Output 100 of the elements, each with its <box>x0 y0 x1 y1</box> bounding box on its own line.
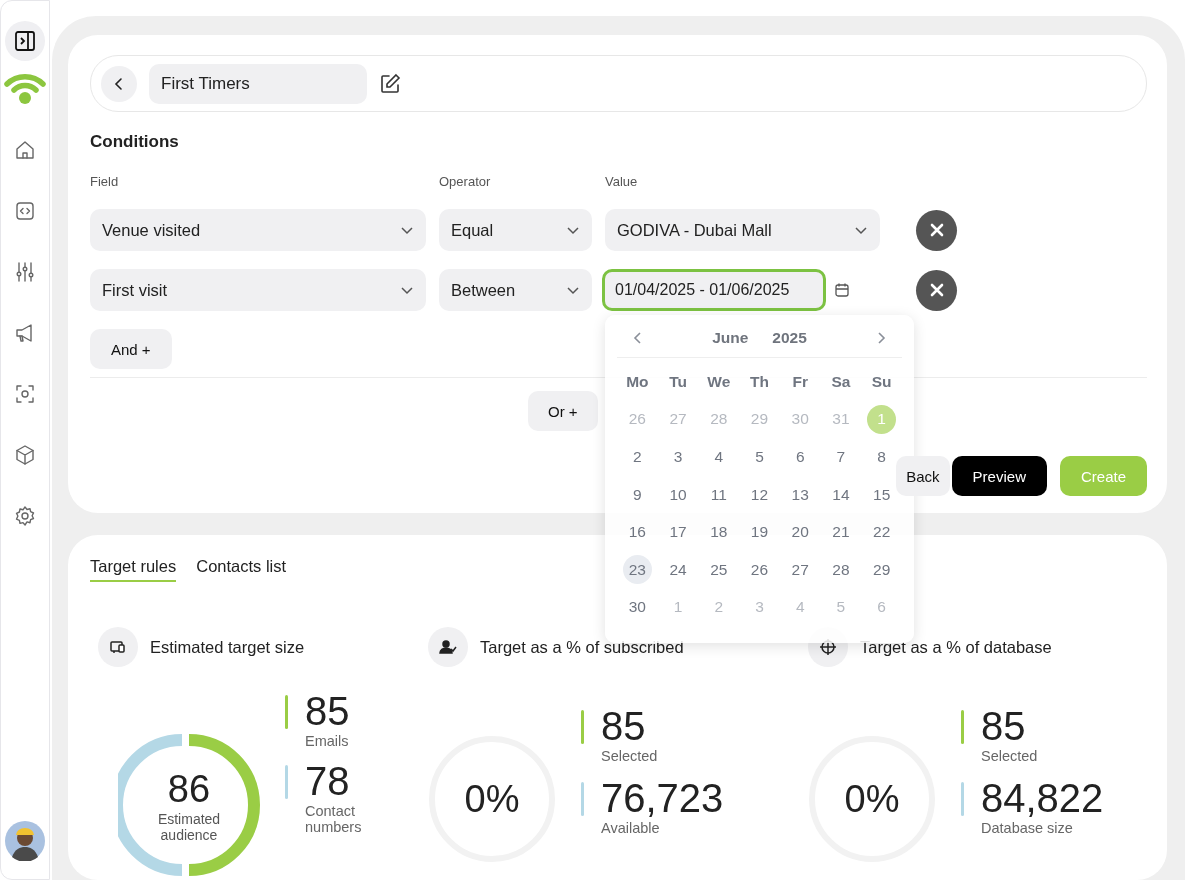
calendar-day[interactable]: 9 <box>622 480 652 510</box>
calendar-day[interactable]: 14 <box>826 480 856 510</box>
sliders-nav-button[interactable] <box>14 261 36 283</box>
segment-name-field[interactable]: First Timers <box>149 63 367 104</box>
wifi-logo-icon <box>4 71 46 105</box>
calendar-day[interactable]: 30 <box>622 592 652 622</box>
calendar-icon[interactable] <box>834 282 850 298</box>
avatar[interactable] <box>5 821 45 861</box>
calendar-day[interactable]: 22 <box>867 517 897 547</box>
calendar-day[interactable]: 3 <box>663 442 693 472</box>
settings-icon <box>14 505 36 527</box>
center-label: Estimated audience <box>156 810 222 843</box>
operator-select[interactable]: Between <box>439 269 592 311</box>
calendar-day[interactable]: 10 <box>663 480 693 510</box>
user-check-icon <box>428 627 468 667</box>
calendar-day[interactable]: 25 <box>704 555 734 585</box>
tab[interactable]: Target rules <box>90 557 177 582</box>
metric-label: Available <box>601 820 661 836</box>
calendar-day[interactable]: 24 <box>663 555 693 585</box>
section-title: Conditions <box>90 132 180 152</box>
calendar-day[interactable]: 19 <box>745 517 774 547</box>
center-value: 86 <box>167 767 211 811</box>
calendar-day[interactable]: 26 <box>745 555 774 585</box>
calendar-day[interactable]: 15 <box>867 480 897 510</box>
code-nav-button[interactable] <box>14 200 36 222</box>
sidebar-toggle-button[interactable] <box>5 21 45 61</box>
weekday-label: Fr <box>791 371 809 392</box>
calendar-day[interactable]: 4 <box>704 442 734 472</box>
metric-value: 78 <box>305 759 351 803</box>
date-range-field[interactable]: 01/04/2025 - 01/06/2025 <box>602 269 826 311</box>
stat-title: Target as a % of database <box>860 637 1052 657</box>
calendar-day[interactable]: 20 <box>785 517 815 547</box>
metric-value: 85 <box>981 704 1027 748</box>
weekday-label: Th <box>749 371 770 392</box>
calendar-day[interactable]: 21 <box>826 517 856 547</box>
scan-nav-button[interactable] <box>14 383 36 405</box>
weekday-label: Tu <box>668 371 688 392</box>
calendar-day[interactable]: 23 <box>622 555 652 585</box>
metric-value: 85 <box>601 704 647 748</box>
back-button[interactable]: Back <box>896 456 950 496</box>
tab[interactable]: Contacts list <box>196 557 287 582</box>
and-button[interactable]: And + <box>90 329 172 369</box>
calendar-day[interactable]: 5 <box>745 442 774 472</box>
calendar-day[interactable]: 29 <box>867 555 897 585</box>
calendar-day[interactable]: 13 <box>785 480 815 510</box>
metric-value: 85 <box>305 689 351 733</box>
calendar-day[interactable]: 11 <box>704 480 734 510</box>
column-label: Field <box>90 174 120 189</box>
preview-button[interactable]: Preview <box>951 456 1047 496</box>
calendar-day[interactable]: 12 <box>745 480 774 510</box>
edit-icon[interactable] <box>379 72 401 95</box>
cube-icon <box>14 444 36 466</box>
sliders-icon <box>14 261 36 283</box>
metric-value: 76,723 <box>601 776 724 820</box>
calendar-day[interactable]: 17 <box>663 517 693 547</box>
value-select[interactable]: GODIVA - Dubai Mall <box>605 209 880 251</box>
home-icon <box>14 139 36 161</box>
home-nav-button[interactable] <box>14 139 36 161</box>
calendar-day[interactable]: 7 <box>826 442 856 472</box>
close-icon <box>928 282 945 298</box>
column-label: Operator <box>439 174 492 189</box>
calendar-day[interactable]: 8 <box>867 442 897 472</box>
remove-condition-button[interactable] <box>916 209 957 251</box>
stat-title: Target as a % of subscribed <box>480 637 684 657</box>
calendar-day[interactable]: 16 <box>622 517 652 547</box>
weekday-label: Mo <box>625 371 650 392</box>
metric-label: Selected <box>981 748 1038 764</box>
stat-title: Estimated target size <box>150 637 305 657</box>
remove-condition-button[interactable] <box>916 269 957 311</box>
weekday-label: Su <box>870 371 893 392</box>
calendar-day[interactable]: 28 <box>826 555 856 585</box>
column-label: Value <box>605 174 639 189</box>
metric-label: Selected <box>601 748 658 764</box>
settings-button[interactable] <box>14 505 36 527</box>
calendar-day[interactable]: 27 <box>785 555 815 585</box>
back-arrow-button[interactable] <box>101 65 137 102</box>
center-value: 0% <box>844 777 900 821</box>
weekday-label: Sa <box>830 371 852 392</box>
or-button[interactable]: Or + <box>528 391 598 431</box>
metric-label: Emails <box>305 733 350 749</box>
calendar-day[interactable]: 2 <box>622 442 652 472</box>
cube-nav-button[interactable] <box>14 444 36 466</box>
scan-icon <box>14 383 36 405</box>
panel-icon <box>14 30 36 52</box>
weekday-label: We <box>706 371 732 392</box>
devices-icon <box>98 627 138 667</box>
operator-select[interactable]: Equal <box>439 209 592 251</box>
metric-label: Contact numbers <box>305 803 363 835</box>
month-label[interactable]: June <box>712 329 749 347</box>
metric-value: 84,822 <box>981 776 1104 820</box>
person-silhouette-icon <box>5 821 45 861</box>
calendar-day[interactable]: 18 <box>704 517 734 547</box>
metric-label: Database size <box>981 820 1074 836</box>
close-icon <box>928 222 945 238</box>
center-value: 0% <box>464 777 520 821</box>
field-select[interactable]: Venue visited <box>90 209 426 251</box>
field-select[interactable]: First visit <box>90 269 426 311</box>
code-icon <box>14 200 36 222</box>
calendar-day[interactable]: 6 <box>785 442 815 472</box>
year-label[interactable]: 2025 <box>772 329 807 347</box>
